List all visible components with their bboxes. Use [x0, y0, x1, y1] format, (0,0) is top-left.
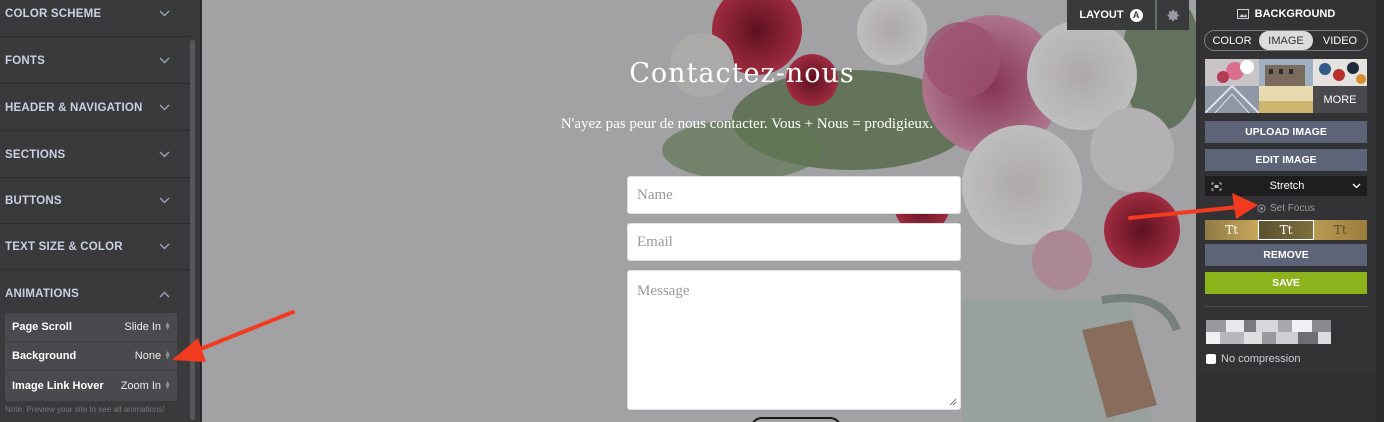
animations-note: Note: Preview your site to see all anima… [5, 405, 165, 414]
section-animations[interactable]: ANIMATIONS [0, 271, 190, 317]
background-type-tabs: COLOR IMAGE VIDEO [1204, 30, 1368, 51]
text-style-option[interactable]: Tt [1313, 220, 1367, 240]
chevron-down-icon [159, 104, 170, 111]
chevron-down-icon [1352, 183, 1361, 189]
panel-edge [1376, 0, 1384, 422]
chevron-up-icon [159, 291, 170, 297]
section-sections[interactable]: SECTIONS [0, 132, 190, 178]
up-down-icon: ▲ ▼ [164, 350, 171, 361]
more-images-button[interactable]: MORE [1313, 86, 1367, 113]
gear-icon [1167, 9, 1179, 21]
tab-image[interactable]: IMAGE [1259, 31, 1313, 50]
chevron-down-icon [159, 197, 170, 204]
chevron-down-icon [159, 57, 170, 64]
sidebar-scrollbar[interactable] [190, 40, 195, 420]
section-text-size-color[interactable]: TEXT SIZE & COLOR [0, 224, 190, 270]
background-panel: BACKGROUND COLOR IMAGE VIDEO MORE UPLOAD… [1196, 0, 1376, 374]
edit-image-button[interactable]: EDIT IMAGE [1205, 149, 1367, 171]
set-focus-link[interactable]: Set Focus [1205, 201, 1367, 215]
image-thumbnails: MORE [1205, 59, 1367, 113]
section-label: TEXT SIZE & COLOR [5, 240, 123, 253]
chevron-down-icon [159, 151, 170, 158]
message-field[interactable]: Message [627, 270, 961, 410]
section-buttons[interactable]: BUTTONS [0, 178, 190, 224]
section-header-navigation[interactable]: HEADER & NAVIGATION [0, 85, 190, 131]
animation-label: Background [12, 350, 77, 362]
remove-image-button[interactable]: REMOVE [1205, 244, 1367, 266]
panel-header: BACKGROUND [1196, 0, 1376, 28]
redacted-file-info [1206, 320, 1331, 344]
select-value: None [134, 350, 162, 362]
style-editor-sidebar: COLOR SCHEME FONTS HEADER & NAVIGATION S… [0, 0, 201, 422]
animations-panel: Page Scroll Slide In ▲ ▼ Background None … [5, 313, 177, 401]
section-label: COLOR SCHEME [5, 7, 102, 20]
section-label: BUTTONS [5, 194, 62, 207]
section-label: SECTIONS [5, 148, 66, 161]
animation-row-image-link-hover: Image Link Hover Zoom In ▲ ▼ [5, 371, 177, 400]
text-style-option[interactable]: Tt [1205, 220, 1259, 240]
page-scroll-select[interactable]: Slide In ▲ ▼ [124, 321, 171, 333]
select-value: Slide In [124, 321, 162, 333]
placeholder: Message [637, 283, 690, 299]
section-label: FONTS [5, 54, 45, 67]
background-animation-select[interactable]: None ▲ ▼ [135, 350, 171, 362]
text-style-option[interactable]: Tt [1258, 220, 1314, 240]
image-link-hover-select[interactable]: Zoom In ▲ ▼ [121, 380, 171, 392]
page-preview: Contactez-nous N'ayez pas peur de nous c… [202, 0, 1196, 422]
layout-label: LAYOUT [1079, 9, 1124, 21]
panel-title: BACKGROUND [1254, 8, 1336, 20]
thumbnail-spools[interactable] [1313, 59, 1367, 86]
submit-button[interactable] [750, 417, 842, 422]
upload-image-button[interactable]: UPLOAD IMAGE [1205, 121, 1367, 143]
tab-color[interactable]: COLOR [1205, 31, 1259, 50]
image-fit-select[interactable]: Stretch [1205, 176, 1367, 196]
page-title: Contactez-nous [629, 58, 855, 89]
animation-row-page-scroll: Page Scroll Slide In ▲ ▼ [5, 313, 177, 342]
target-icon [1257, 203, 1266, 213]
tab-video[interactable]: VIDEO [1313, 31, 1367, 50]
placeholder: Email [637, 234, 673, 250]
no-compression-checkbox[interactable]: No compression [1206, 353, 1300, 365]
layout-badge: A [1129, 8, 1143, 22]
section-label: HEADER & NAVIGATION [5, 101, 143, 114]
animation-label: Image Link Hover [12, 379, 104, 392]
image-icon [1236, 9, 1249, 19]
chevron-down-icon [159, 10, 170, 17]
section-color-scheme[interactable]: COLOR SCHEME [0, 0, 190, 37]
thumbnail-field[interactable] [1259, 86, 1313, 113]
email-field[interactable]: Email [627, 223, 961, 261]
set-focus-label: Set Focus [1269, 202, 1316, 214]
animation-row-background: Background None ▲ ▼ [5, 342, 177, 371]
thumbnail-building[interactable] [1259, 59, 1313, 86]
section-fonts[interactable]: FONTS [0, 38, 190, 84]
resize-handle-icon[interactable] [949, 398, 957, 406]
thumbnail-flowers[interactable] [1205, 59, 1259, 86]
section-label: ANIMATIONS [5, 288, 79, 300]
up-down-icon: ▲ ▼ [164, 321, 171, 332]
name-field[interactable]: Name [627, 176, 961, 214]
text-style-options: Tt Tt Tt [1205, 220, 1367, 240]
divider [1205, 306, 1367, 307]
chevron-down-icon [159, 243, 170, 250]
up-down-icon: ▲ ▼ [164, 379, 171, 391]
fit-icon [1211, 182, 1222, 190]
image-fit-value: Stretch [1269, 180, 1305, 192]
layout-button[interactable]: LAYOUT A [1067, 0, 1155, 30]
thumbnail-architecture[interactable] [1205, 86, 1259, 113]
checkbox-box [1206, 354, 1216, 364]
animation-label: Page Scroll [12, 321, 72, 333]
select-value: Zoom In [120, 379, 162, 392]
settings-button[interactable] [1157, 0, 1189, 30]
placeholder: Name [637, 187, 673, 203]
page-subtitle: N'ayez pas peur de nous contacter. Vous … [560, 116, 934, 132]
no-compression-label: No compression [1221, 353, 1301, 365]
save-button[interactable]: SAVE [1205, 272, 1367, 294]
